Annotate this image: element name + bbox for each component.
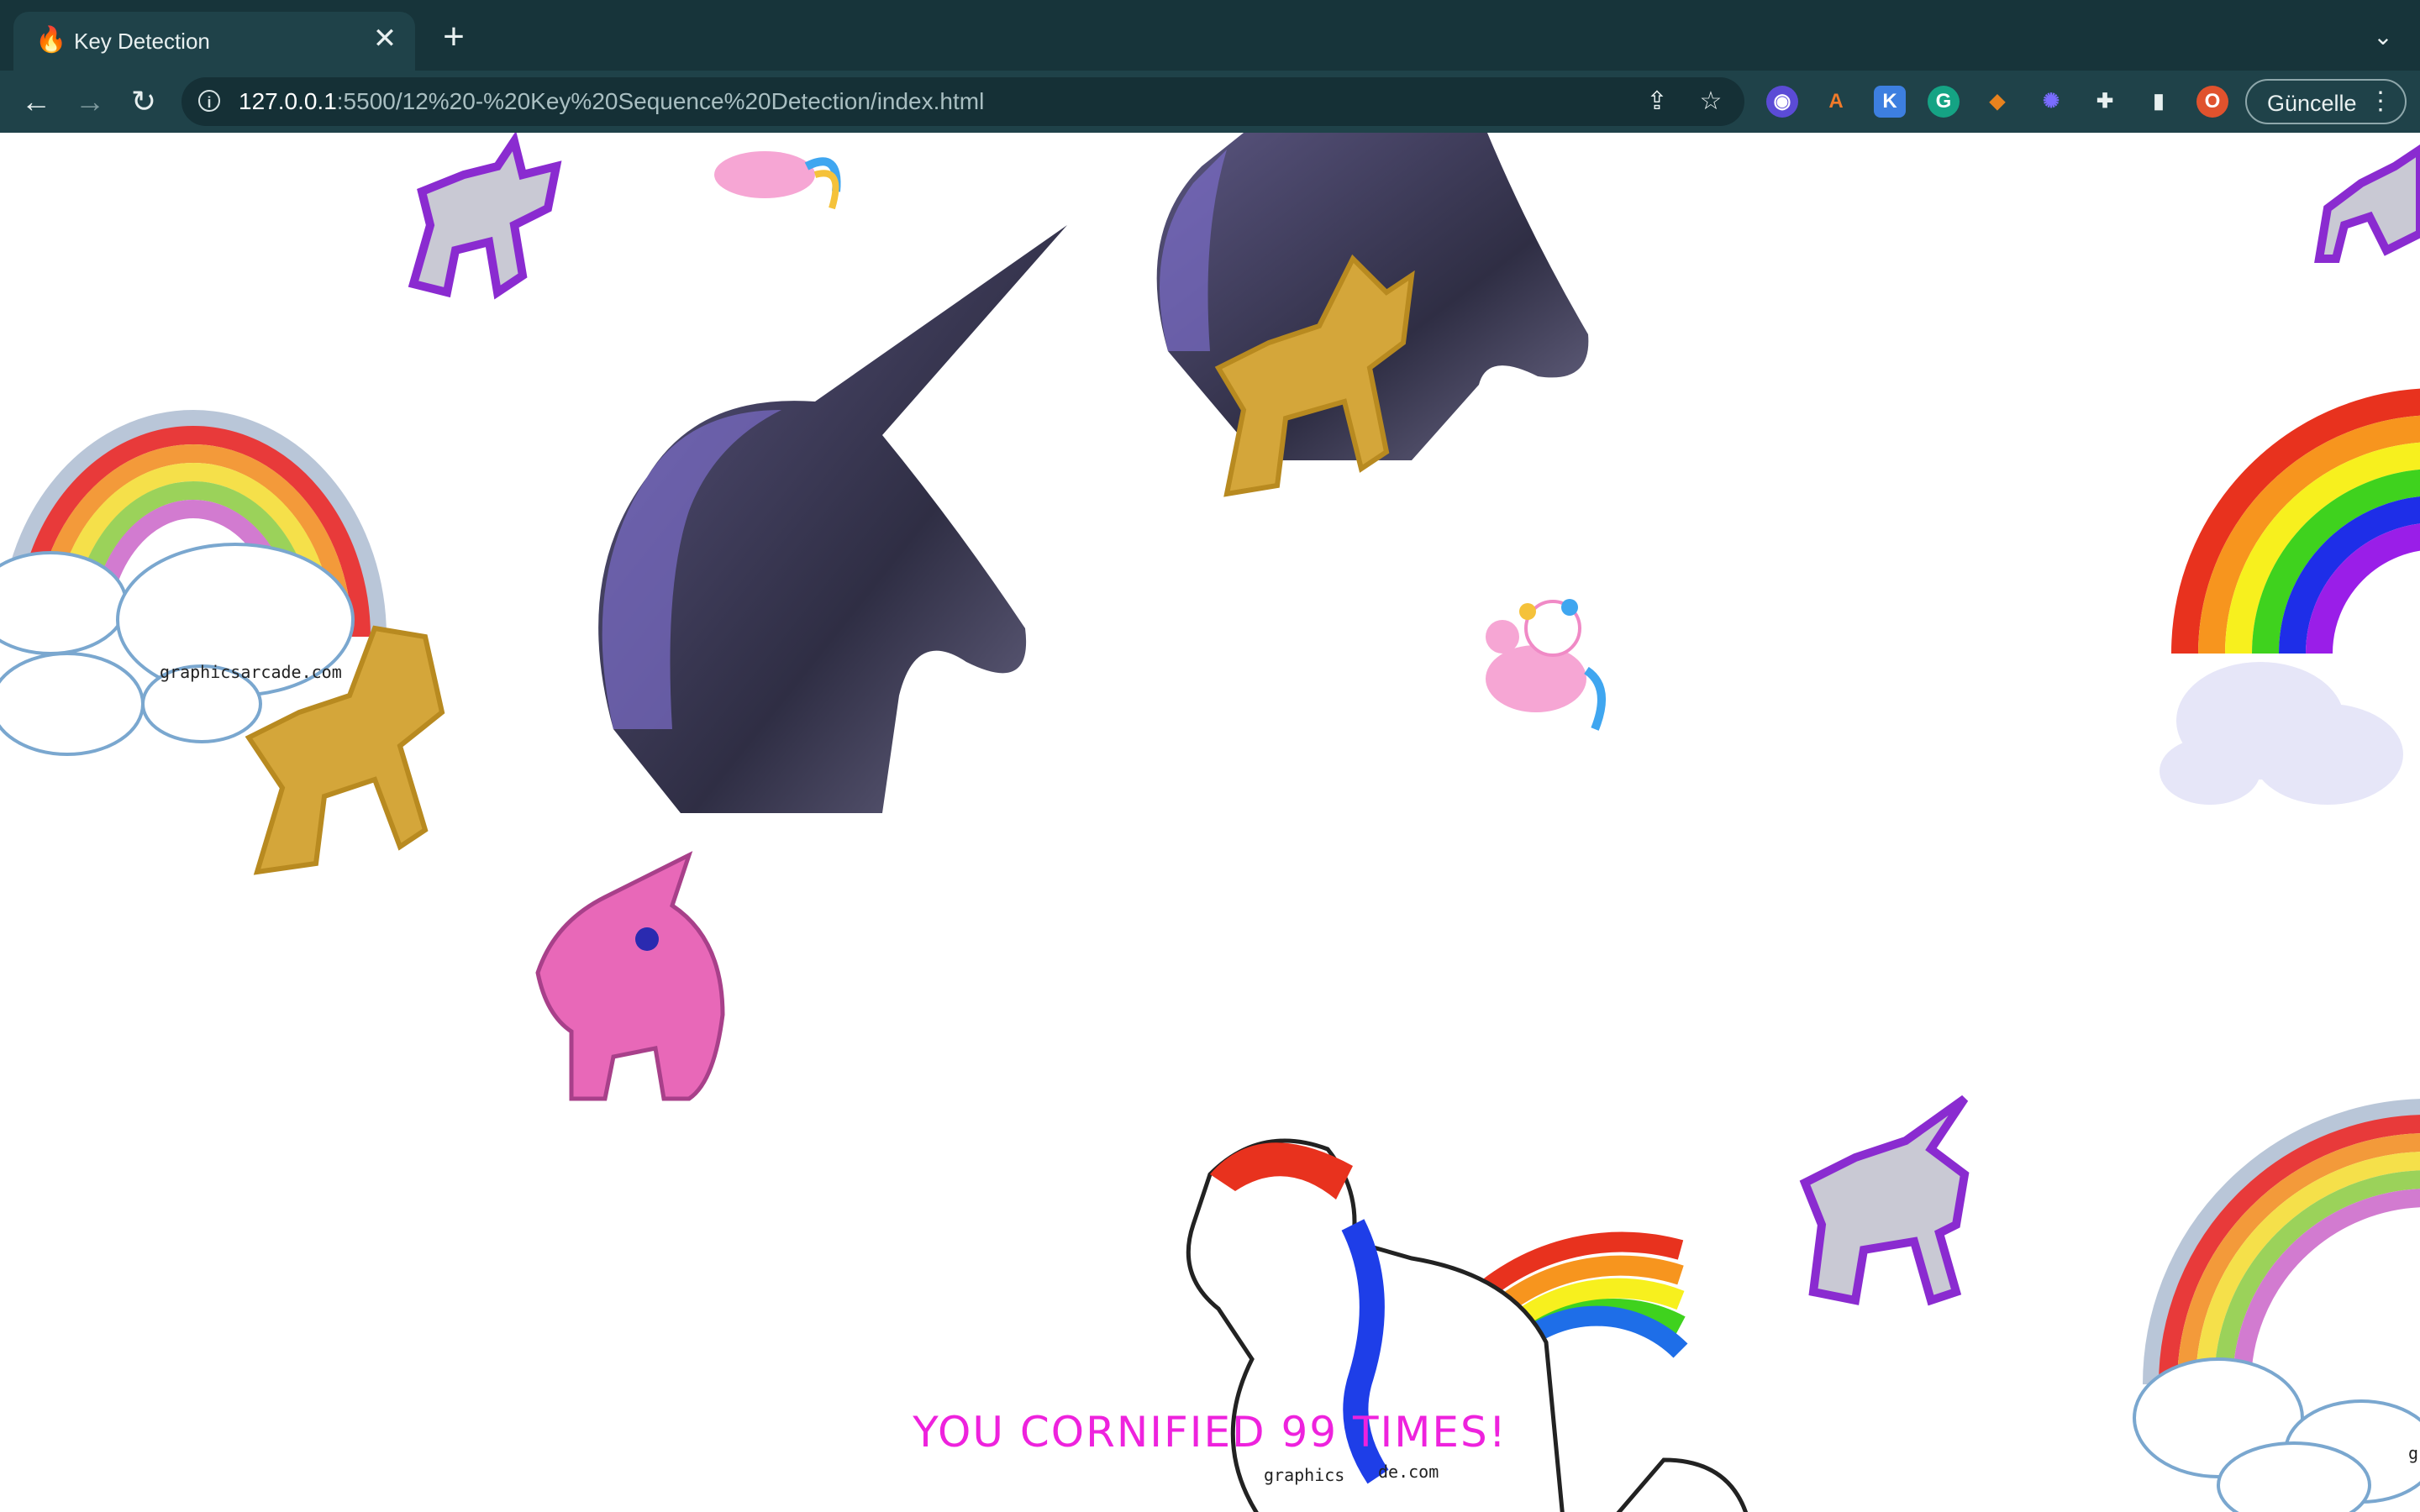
grammarly-extension-icon[interactable]: G (1928, 86, 1960, 118)
bright-rainbow-sticker (2160, 388, 2420, 805)
update-label: Güncelle (2267, 91, 2357, 116)
reload-button[interactable]: ↻ (124, 82, 163, 121)
puzzle-extensions-icon[interactable]: ✚ (2089, 86, 2121, 118)
pink-unicorn-kitty-sticker (1486, 599, 1606, 731)
ghost-extension-icon[interactable]: ◉ (1766, 86, 1798, 118)
url-text[interactable]: 127.0.0.1:5500/12%20-%20Key%20Sequence%2… (239, 88, 984, 115)
share-icon[interactable]: ⇪ (1642, 87, 1672, 117)
purple-unicorn-sticker-2 (2314, 144, 2420, 263)
tab-search-chevron-icon[interactable]: ⌄ (2368, 22, 2398, 52)
tab-strip: 🔥 Key Detection ✕ + ⌄ (0, 0, 2420, 71)
purple-unicorn-sticker (408, 133, 562, 300)
back-button[interactable]: ← (17, 82, 55, 121)
pink-flying-unicorn-sticker (714, 151, 841, 210)
cornify-count-message: YOU CORNIFIED 99 TIMES! (913, 1408, 1507, 1457)
update-button[interactable]: Güncelle ⋮ (2245, 79, 2407, 124)
browser-toolbar: ← → ↻ i 127.0.0.1:5500/12%20-%20Key%20Se… (0, 71, 2420, 133)
pink-glitter-pony-sticker (535, 851, 725, 1101)
new-tab-button[interactable]: + (435, 18, 472, 55)
url-host: 127.0.0.1 (239, 88, 337, 114)
url-path: :5500/12%20-%20Key%20Sequence%20Detectio… (336, 88, 985, 114)
profile-avatar[interactable]: O (2196, 86, 2228, 118)
forward-button[interactable]: → (71, 82, 109, 121)
kebab-menu-icon[interactable]: ⋮ (2368, 86, 2393, 118)
bookmark-star-icon[interactable]: ☆ (1696, 87, 1726, 117)
dark-unicorn-head-sticker (598, 225, 1067, 813)
tab-key-detection[interactable]: 🔥 Key Detection ✕ (13, 12, 415, 71)
side-panel-icon[interactable]: ▮ (2143, 86, 2175, 118)
site-info-icon[interactable]: i (198, 90, 220, 112)
gear-extension-icon[interactable]: ✺ (2035, 86, 2067, 118)
browser-chrome: 🔥 Key Detection ✕ + ⌄ ← → ↻ i 127.0.0.1:… (0, 0, 2420, 133)
close-icon[interactable]: ✕ (370, 24, 400, 54)
a-extension-icon[interactable]: A (1820, 86, 1852, 118)
address-bar[interactable]: i 127.0.0.1:5500/12%20-%20Key%20Sequence… (182, 77, 1744, 126)
watermark-partial-left: graphics (1264, 1465, 1345, 1485)
watermark-partial-mid: de.com (1378, 1462, 1439, 1482)
metamask-extension-icon[interactable]: ◆ (1981, 86, 2013, 118)
tab-title: Key Detection (74, 29, 210, 54)
page-viewport[interactable]: graphicsarcade.com g graphics de.com YOU… (0, 133, 2420, 1512)
k-extension-icon[interactable]: K (1874, 86, 1906, 118)
purple-unicorn-sticker-3 (1799, 1095, 1970, 1306)
fire-icon: 🔥 (35, 26, 67, 54)
gold-glitter-unicorn-sticker-2 (245, 625, 445, 875)
gold-glitter-unicorn-sticker (1214, 254, 1415, 497)
